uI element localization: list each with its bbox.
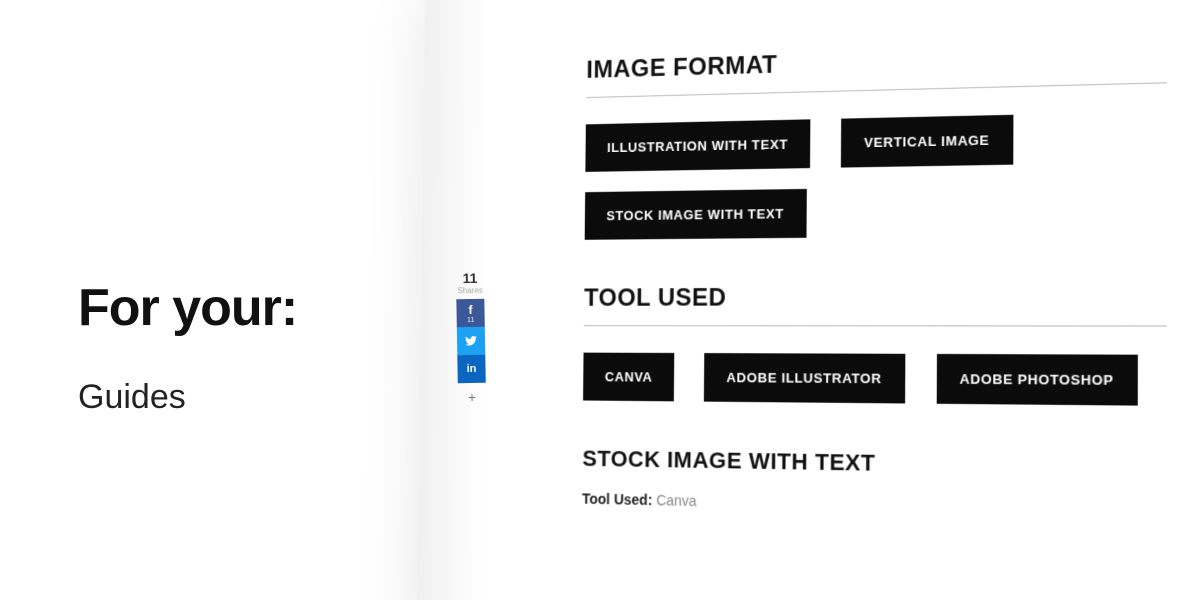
share-facebook-count: 11 — [467, 316, 474, 323]
tag-canva[interactable]: CANVA — [583, 353, 674, 402]
tag-adobe-illustrator[interactable]: ADOBE ILLUSTRATOR — [704, 353, 905, 403]
tag-adobe-photoshop[interactable]: ADOBE PHOTOSHOP — [936, 354, 1138, 406]
caption-subtitle: Guides — [78, 378, 297, 417]
linkedin-icon: in — [467, 363, 477, 375]
share-count: 11 — [456, 270, 484, 286]
caption-block: For your: Guides — [78, 278, 297, 417]
share-more-button[interactable]: + — [458, 383, 486, 405]
tag-vertical-image[interactable]: VERTICAL IMAGE — [841, 115, 1013, 168]
twitter-icon — [465, 336, 477, 346]
section-heading-tool-used: TOOL USED — [584, 282, 1167, 326]
share-twitter-button[interactable] — [457, 327, 485, 355]
section-heading-image-format: IMAGE FORMAT — [586, 39, 1167, 98]
result-meta-label: Tool Used: — [582, 490, 652, 508]
share-facebook-button[interactable]: f 11 — [456, 299, 484, 327]
page-scene: IMAGE FORMAT ILLUSTRATION WITH TEXT VERT… — [420, 0, 1192, 600]
share-linkedin-button[interactable]: in — [457, 355, 485, 383]
tag-illustration-with-text[interactable]: ILLUSTRATION WITH TEXT — [585, 119, 810, 172]
result-meta-value: Canva — [656, 492, 697, 509]
caption-title: For your: — [78, 278, 297, 338]
page-content: IMAGE FORMAT ILLUSTRATION WITH TEXT VERT… — [582, 36, 1192, 522]
tag-row-image-format: ILLUSTRATION WITH TEXT VERTICAL IMAGE ST… — [585, 110, 1192, 240]
tag-stock-image-with-text[interactable]: STOCK IMAGE WITH TEXT — [585, 189, 807, 240]
result-heading: STOCK IMAGE WITH TEXT — [582, 445, 1192, 484]
share-label: Shares — [456, 286, 484, 295]
facebook-icon: f — [468, 302, 472, 316]
result-meta: Tool Used: Canva — [582, 490, 1192, 521]
tilted-page: IMAGE FORMAT ILLUSTRATION WITH TEXT VERT… — [414, 0, 1192, 600]
share-rail: 11 Shares f 11 in + — [456, 270, 486, 405]
tag-row-tool-used: CANVA ADOBE ILLUSTRATOR ADOBE PHOTOSHOP — [583, 353, 1192, 407]
